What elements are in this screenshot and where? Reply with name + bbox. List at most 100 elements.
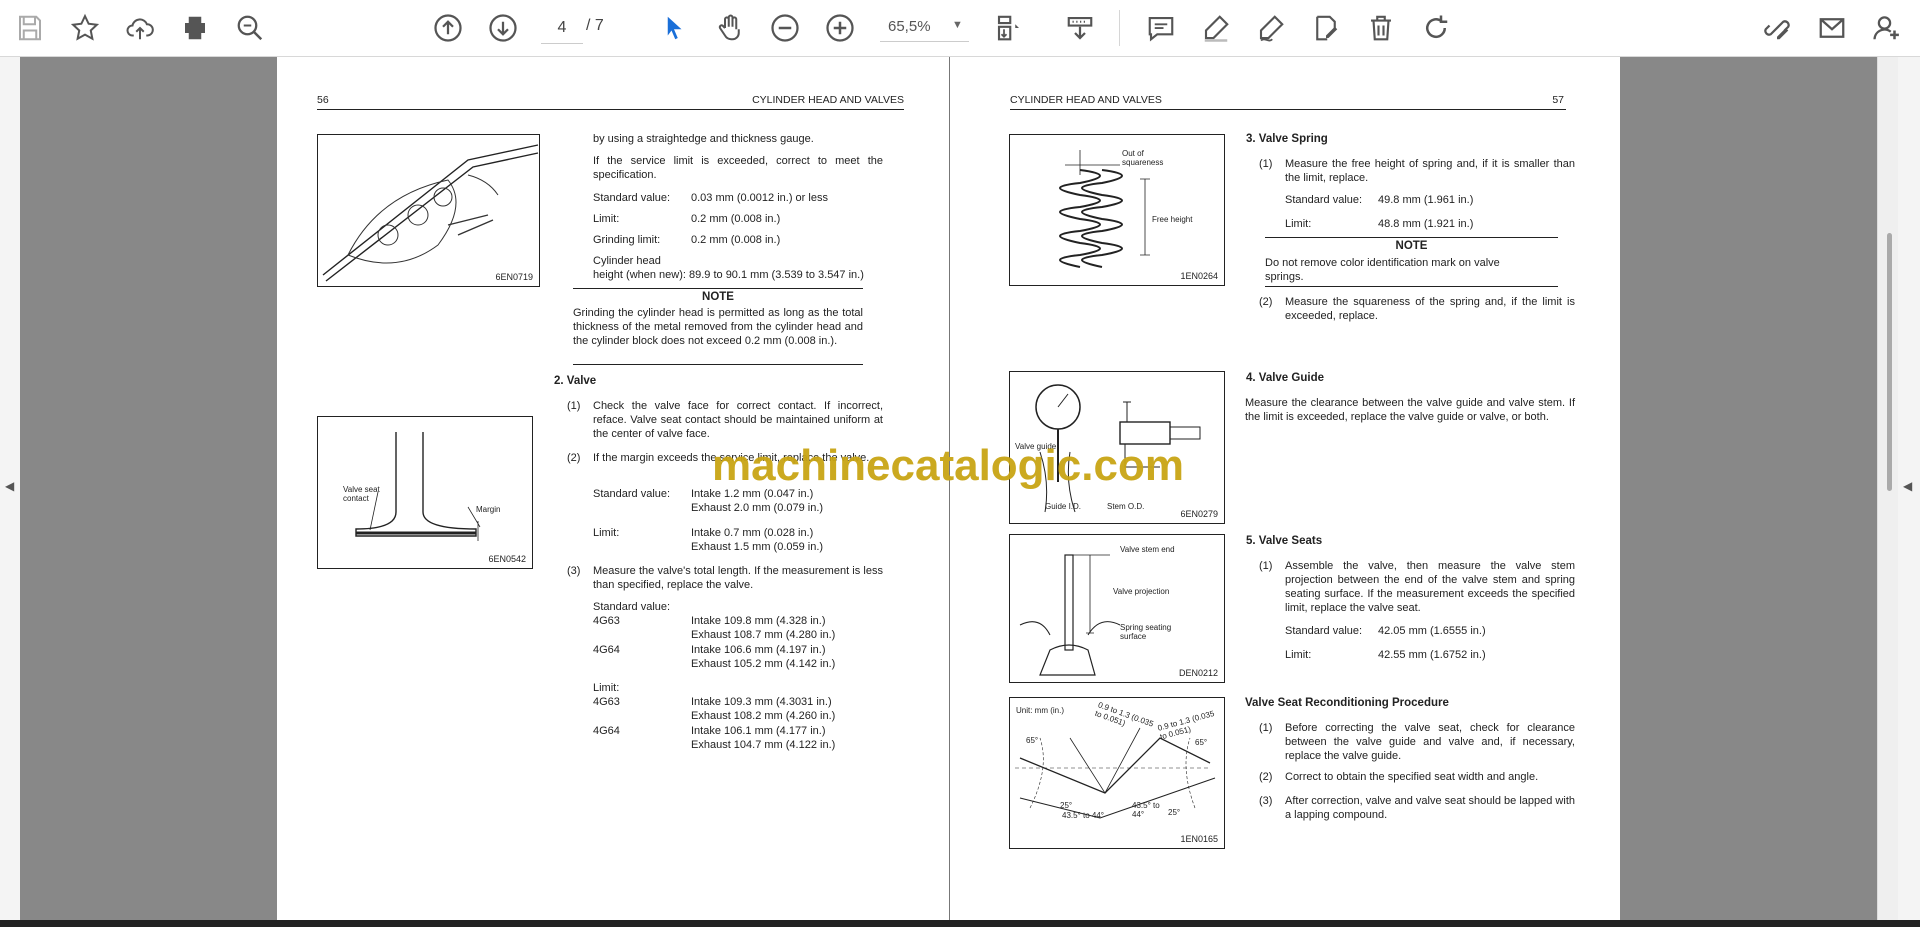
scrollbar-thumb[interactable] xyxy=(1887,233,1892,491)
spec-label: Limit: xyxy=(593,213,620,225)
model-label: 4G64 xyxy=(593,725,620,737)
spec-value: Exhaust 108.2 mm (4.260 in.) xyxy=(691,710,836,722)
note-title: NOTE xyxy=(1395,240,1428,252)
item-number: (1) xyxy=(1259,158,1273,170)
expand-left-icon[interactable]: ◀ xyxy=(5,479,14,493)
section-title-valve-guide: 4. Valve Guide xyxy=(1246,372,1324,384)
section-title-valve-spring: 3. Valve Spring xyxy=(1246,133,1328,145)
trash-icon[interactable] xyxy=(1362,9,1400,47)
spec-label: Standard value: xyxy=(1285,194,1363,206)
model-label: 4G64 xyxy=(593,644,620,656)
figure-label: Valve stem end xyxy=(1120,545,1175,554)
item-text: Measure the valve's total length. If the… xyxy=(593,565,883,591)
spec-value: Exhaust 1.5 mm (0.059 in.) xyxy=(691,541,824,553)
page-total: / 7 xyxy=(586,17,604,34)
figure-label: Out of squareness xyxy=(1122,149,1164,167)
add-user-icon[interactable] xyxy=(1868,9,1906,47)
spec-value: 0.03 mm (0.0012 in.) or less xyxy=(691,192,828,204)
spec-label: Standard value: xyxy=(593,192,671,204)
note-rule-top xyxy=(573,288,863,289)
item-number: (1) xyxy=(567,400,581,412)
print-icon[interactable] xyxy=(176,9,214,47)
page-number-input[interactable] xyxy=(541,13,583,44)
document-viewer[interactable]: ◀ ◀ 56 CYLINDER HEAD AND VALVES 6EN0719 … xyxy=(0,57,1920,920)
spec-value: 48.8 mm (1.921 in.) xyxy=(1378,218,1474,230)
item-number: (3) xyxy=(1259,795,1273,807)
spec-label: Limit: xyxy=(1285,649,1312,661)
highlight-pen-icon[interactable] xyxy=(1197,9,1235,47)
figure-label: 25° xyxy=(1168,808,1181,817)
toolbar: / 7 65,5% ▼ xyxy=(0,0,1920,57)
item-text: Correct to obtain the specified seat wid… xyxy=(1285,771,1539,783)
zoom-value: 65,5% xyxy=(888,18,931,35)
spec-value: height (when new): 89.9 to 90.1 mm (3.53… xyxy=(593,269,864,281)
spec-label: Cylinder head xyxy=(593,255,661,267)
spec-label: Grinding limit: xyxy=(593,234,661,246)
cloud-upload-icon[interactable] xyxy=(121,9,159,47)
item-number: (2) xyxy=(1259,296,1273,308)
spec-value: Intake 109.3 mm (4.3031 in.) xyxy=(691,696,832,708)
figure-id: 6EN0542 xyxy=(488,554,526,564)
expand-right-icon[interactable]: ◀ xyxy=(1903,479,1912,493)
zoom-in-icon[interactable] xyxy=(821,9,859,47)
figure-label: Free height xyxy=(1152,215,1193,224)
section-title-valve: 2. Valve xyxy=(554,375,597,387)
comment-icon[interactable] xyxy=(1142,9,1180,47)
bottom-bar xyxy=(0,920,1920,927)
figure-label: Margin xyxy=(476,505,501,514)
figure-valve-spring: Out of squareness Free height 1EN0264 xyxy=(1009,134,1225,286)
next-page-icon[interactable] xyxy=(484,9,522,47)
note-rule-top xyxy=(1265,237,1558,238)
figure-label: Stem O.D. xyxy=(1107,502,1145,511)
previous-page-icon[interactable] xyxy=(429,9,467,47)
item-text: Measure the squareness of the spring and… xyxy=(1285,296,1575,322)
figure-label: Valve projection xyxy=(1113,587,1170,596)
right-panel-strip[interactable]: ◀ xyxy=(1898,57,1920,920)
item-text: Assemble the valve, then measure the val… xyxy=(1285,560,1575,614)
spec-value: Intake 109.8 mm (4.328 in.) xyxy=(691,615,826,627)
zoom-out-icon[interactable] xyxy=(766,9,804,47)
spec-value: Exhaust 2.0 mm (0.079 in.) xyxy=(691,502,824,514)
spec-value: Exhaust 108.7 mm (4.280 in.) xyxy=(691,629,836,641)
stamp-icon[interactable] xyxy=(1307,9,1345,47)
zoom-search-icon[interactable] xyxy=(231,9,269,47)
figure-label: 65° xyxy=(1026,736,1039,745)
page-fit-icon[interactable] xyxy=(990,9,1028,47)
note-text: Grinding the cylinder head is permitted … xyxy=(573,307,863,347)
mail-icon[interactable] xyxy=(1813,9,1851,47)
note-title: NOTE xyxy=(702,291,734,303)
redo-icon[interactable] xyxy=(1417,9,1455,47)
spec-value: 42.05 mm (1.6555 in.) xyxy=(1378,625,1486,637)
scroll-mode-icon[interactable] xyxy=(1061,9,1099,47)
link-edit-icon[interactable] xyxy=(1758,9,1796,47)
model-label: 4G63 xyxy=(593,615,620,627)
figure-valve-projection: Valve stem end Valve projection Spring s… xyxy=(1009,534,1225,683)
spec-value: 49.8 mm (1.961 in.) xyxy=(1378,194,1474,206)
item-number: (2) xyxy=(567,452,581,464)
figure-valve-seat-angles: Unit: mm (in.) 65° 25° 43.5° to 44° 43.5… xyxy=(1009,697,1225,849)
model-label: 4G63 xyxy=(593,696,620,708)
item-number: (1) xyxy=(1259,722,1273,734)
note-rule-bottom xyxy=(1265,286,1558,287)
item-number: (2) xyxy=(1259,771,1273,783)
header-rule xyxy=(317,109,904,110)
draw-pen-icon[interactable] xyxy=(1252,9,1290,47)
figure-label: 65° xyxy=(1195,738,1208,747)
select-cursor-icon[interactable] xyxy=(655,9,693,47)
item-text: After correction, valve and valve seat s… xyxy=(1285,795,1575,821)
hand-tool-icon[interactable] xyxy=(711,9,749,47)
spec-label: Standard value: xyxy=(593,488,671,500)
save-icon[interactable] xyxy=(11,9,49,47)
spec-label: Standard value: xyxy=(1285,625,1363,637)
star-icon[interactable] xyxy=(66,9,104,47)
figure-label: Guide I.D. xyxy=(1045,502,1082,511)
figure-id: 6EN0279 xyxy=(1180,509,1218,519)
figure-valve-margin: Valve seat contact Margin 6EN0542 xyxy=(317,416,533,569)
left-panel-strip[interactable]: ◀ xyxy=(0,57,20,920)
section-text: Measure the clearance between the valve … xyxy=(1245,397,1575,423)
spec-value: 0.2 mm (0.008 in.) xyxy=(691,234,781,246)
watermark: machinecatalogic.com xyxy=(712,441,1184,490)
chevron-down-icon: ▼ xyxy=(952,19,963,31)
figure-id: 6EN0719 xyxy=(495,272,533,282)
zoom-select[interactable]: 65,5% ▼ xyxy=(880,13,969,42)
